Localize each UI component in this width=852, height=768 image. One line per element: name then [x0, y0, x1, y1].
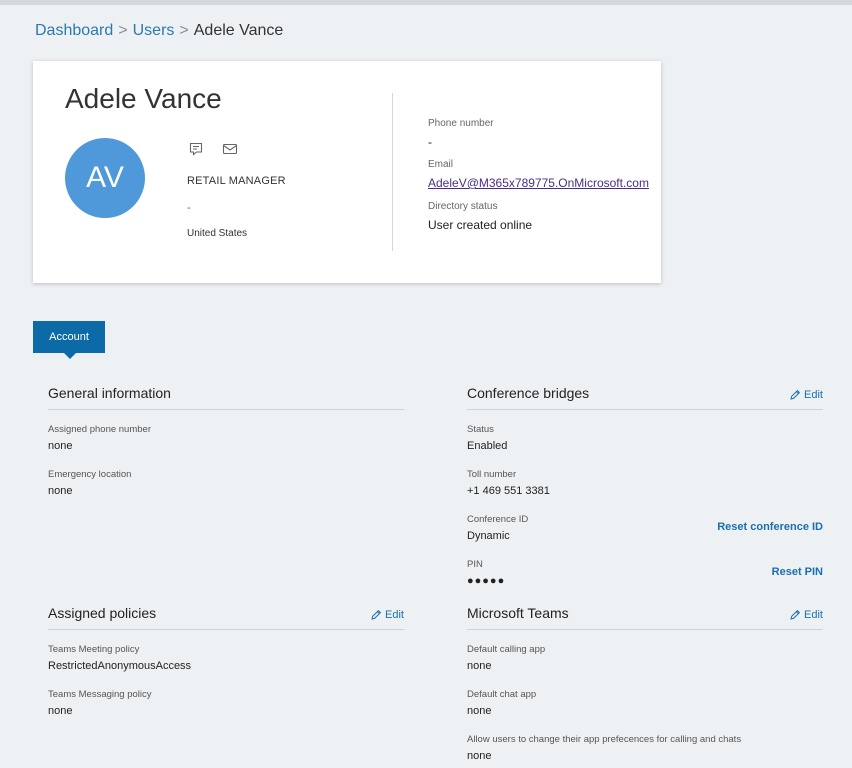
default-calling-app-label: Default calling app — [467, 644, 546, 655]
toll-number-value: +1 469 551 3381 — [467, 485, 550, 497]
breadcrumb-current: Adele Vance — [193, 22, 284, 39]
country: United States — [187, 228, 248, 239]
job-title: RETAIL MANAGER — [187, 175, 286, 187]
user-profile-card: Adele Vance AV RETAIL MANAGER - United S… — [33, 61, 661, 283]
assigned-phone-value: none — [48, 440, 73, 452]
reset-conference-id-button[interactable]: Reset conference ID — [717, 521, 823, 533]
pin-field: PIN ●●●●● — [467, 559, 505, 587]
status-value: Enabled — [467, 440, 508, 452]
microsoft-teams-section: Microsoft Teams Edit Default calling app… — [467, 601, 823, 767]
directory-status-value: User created online — [428, 218, 533, 232]
email-field: Email AdeleV@M365x789775.OnMicrosoft.com — [428, 159, 649, 190]
pin-label: PIN — [467, 559, 483, 570]
chat-icon[interactable] — [188, 141, 204, 157]
assigned-phone-field: Assigned phone number none — [48, 424, 151, 452]
breadcrumb-separator: > — [118, 22, 128, 39]
status-field: Status Enabled — [467, 424, 507, 452]
microsoft-teams-edit-button[interactable]: Edit — [789, 609, 823, 621]
default-chat-app-label: Default chat app — [467, 689, 537, 700]
conference-id-label: Conference ID — [467, 514, 529, 525]
teams-messaging-policy-field: Teams Messaging policy none — [48, 689, 152, 717]
breadcrumb: Dashboard > Users > Adele Vance — [35, 20, 283, 42]
breadcrumb-users[interactable]: Users — [133, 22, 175, 39]
edit-label: Edit — [804, 609, 823, 621]
default-calling-app-value: none — [467, 660, 492, 672]
phone-number-value: - — [428, 135, 432, 149]
assigned-policies-title: Assigned policies — [48, 605, 157, 621]
allow-app-preferences-field: Allow users to change their app prefecen… — [467, 734, 741, 762]
allow-app-preferences-value: none — [467, 750, 492, 762]
card-divider — [392, 93, 393, 251]
edit-label: Edit — [385, 609, 404, 621]
conference-bridges-title: Conference bridges — [467, 385, 590, 401]
breadcrumb-dashboard[interactable]: Dashboard — [35, 22, 113, 39]
default-chat-app-field: Default chat app none — [467, 689, 536, 717]
conference-bridges-edit-button[interactable]: Edit — [789, 389, 823, 401]
toll-number-label: Toll number — [467, 469, 517, 480]
status-label: Status — [467, 424, 494, 435]
default-chat-app-value: none — [467, 705, 492, 717]
teams-messaging-policy-value: none — [48, 705, 73, 717]
teams-meeting-policy-value: RestrictedAnonymousAccess — [48, 660, 192, 672]
conference-id-value: Dynamic — [467, 530, 510, 542]
teams-meeting-policy-field: Teams Meeting policy RestrictedAnonymous… — [48, 644, 191, 672]
pencil-icon — [790, 609, 801, 620]
directory-status-label: Directory status — [428, 201, 498, 212]
section-header: Assigned policies Edit — [48, 601, 404, 630]
pin-value: ●●●●● — [467, 575, 506, 587]
avatar: AV — [65, 138, 145, 218]
email-label: Email — [428, 159, 454, 170]
section-header: Conference bridges Edit — [467, 381, 823, 410]
section-header: General information — [48, 381, 404, 410]
emergency-location-label: Emergency location — [48, 469, 132, 480]
section-header: Microsoft Teams Edit — [467, 601, 823, 630]
conference-id-field: Conference ID Dynamic — [467, 514, 528, 542]
default-calling-app-field: Default calling app none — [467, 644, 545, 672]
teams-messaging-policy-label: Teams Messaging policy — [48, 689, 152, 700]
email-link[interactable]: AdeleV@M365x789775.OnMicrosoft.com — [428, 176, 649, 190]
breadcrumb-separator: > — [179, 22, 189, 39]
phone-number-label: Phone number — [428, 118, 494, 129]
assigned-policies-section: Assigned policies Edit Teams Meeting pol… — [48, 601, 404, 731]
top-bar — [0, 0, 852, 5]
user-name: Adele Vance — [65, 83, 222, 114]
emergency-location-field: Emergency location none — [48, 469, 131, 497]
toll-number-field: Toll number +1 469 551 3381 — [467, 469, 550, 497]
conference-bridges-section: Conference bridges Edit Status Enabled T… — [467, 381, 823, 591]
microsoft-teams-title: Microsoft Teams — [467, 605, 569, 621]
tab-account[interactable]: Account — [33, 321, 105, 359]
general-information-title: General information — [48, 385, 171, 401]
edit-label: Edit — [804, 389, 823, 401]
phone-number-field: Phone number - — [428, 118, 494, 149]
emergency-location-value: none — [48, 485, 73, 497]
assigned-phone-label: Assigned phone number — [48, 424, 151, 435]
general-information-section: General information Assigned phone numbe… — [48, 381, 404, 511]
department: - — [187, 202, 191, 214]
teams-meeting-policy-label: Teams Meeting policy — [48, 644, 140, 655]
assigned-policies-edit-button[interactable]: Edit — [370, 609, 404, 621]
pencil-icon — [790, 389, 801, 400]
pencil-icon — [371, 609, 382, 620]
reset-pin-button[interactable]: Reset PIN — [772, 566, 823, 578]
mail-icon[interactable] — [222, 141, 238, 157]
allow-app-preferences-label: Allow users to change their app prefecen… — [467, 734, 742, 745]
directory-status-field: Directory status User created online — [428, 201, 532, 232]
